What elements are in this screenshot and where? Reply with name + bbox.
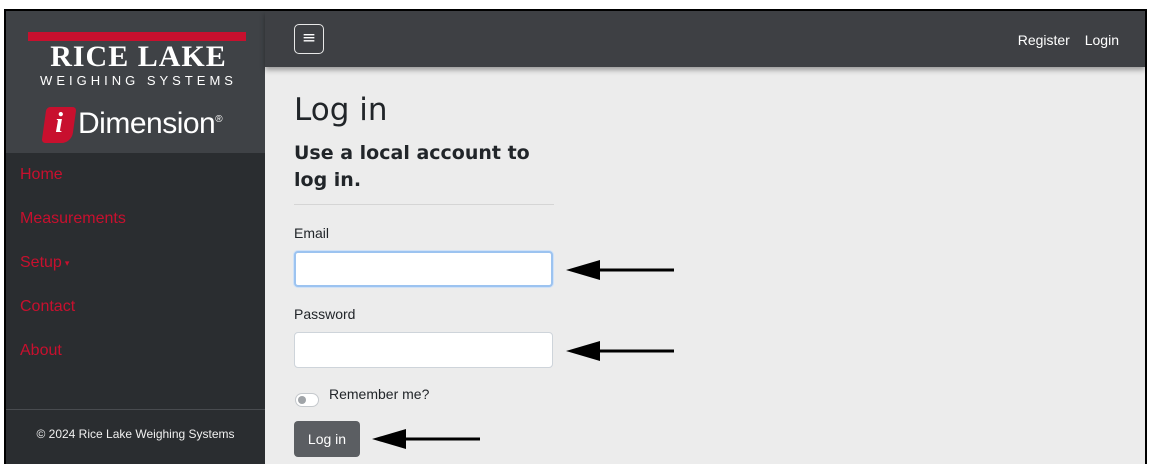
left-arrow-icon [566, 260, 674, 280]
sidebar-item-label: Home [20, 166, 63, 183]
divider [294, 204, 554, 205]
login-link[interactable]: Login [1085, 32, 1119, 48]
brand-logo-area: RICE LAKE WEIGHING SYSTEMS i Dimension® [6, 11, 265, 153]
caret-down-icon: ▾ [64, 258, 70, 268]
sidebar-item-label: Contact [20, 298, 76, 315]
email-field[interactable] [294, 251, 553, 287]
sidebar: RICE LAKE WEIGHING SYSTEMS i Dimension® … [6, 11, 265, 464]
register-link[interactable]: Register [1018, 32, 1070, 48]
sidebar-item-about[interactable]: About [6, 329, 265, 373]
browser-frame: RICE LAKE WEIGHING SYSTEMS i Dimension® … [4, 9, 1147, 464]
sidebar-item-label: About [20, 342, 62, 359]
product-name: Dimension [78, 107, 216, 140]
sidebar-nav: Home Measurements Setup ▾ Contact About [6, 153, 265, 373]
left-arrow-icon [566, 341, 674, 361]
sidebar-item-home[interactable]: Home [6, 153, 265, 197]
toggle-knob [298, 396, 306, 404]
sidebar-item-contact[interactable]: Contact [6, 285, 265, 329]
top-navbar: ≡ Register Login [265, 11, 1145, 67]
login-submit-button[interactable]: Log in [294, 421, 360, 457]
password-field[interactable] [294, 332, 553, 368]
left-arrow-icon [372, 429, 480, 449]
sidebar-item-label: Measurements [20, 210, 126, 227]
remember-me-label: Remember me? [329, 386, 430, 402]
password-label: Password [294, 306, 356, 322]
sidebar-item-label: Setup [20, 254, 62, 272]
hamburger-icon: ≡ [301, 28, 317, 48]
product-logo-name: Dimension® [78, 107, 223, 141]
product-badge-letter: i [55, 108, 64, 139]
registered-mark: ® [215, 114, 223, 125]
hamburger-menu-button[interactable]: ≡ [294, 24, 324, 54]
page-title: Log in [294, 92, 388, 128]
remember-me-toggle[interactable] [295, 393, 319, 407]
sidebar-footer: © 2024 Rice Lake Weighing Systems [6, 409, 265, 464]
page-subtitle: Use a local account to log in. [294, 142, 530, 191]
company-subtitle: WEIGHING SYSTEMS [40, 73, 237, 88]
company-wordmark: RICE LAKE [50, 40, 227, 73]
email-label: Email [294, 225, 330, 241]
account-links: Register Login [1007, 11, 1119, 67]
product-badge-icon: i [41, 107, 77, 143]
sidebar-item-setup[interactable]: Setup ▾ [6, 241, 265, 285]
sidebar-item-measurements[interactable]: Measurements [6, 197, 265, 241]
